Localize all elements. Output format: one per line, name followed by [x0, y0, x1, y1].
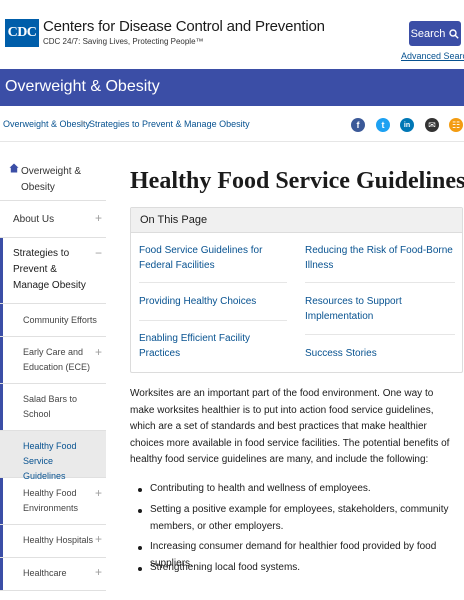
facebook-icon[interactable]: f [351, 118, 365, 132]
sidebar-home[interactable]: Overweight & Obesity [0, 151, 106, 201]
otp-link-efficient-practices[interactable]: Enabling Efficient Facility Practices [139, 331, 289, 361]
site-title-bar: Overweight & Obesity [0, 69, 464, 106]
sidebar-item-healthy-hospitals[interactable]: Healthy Hospitals + [0, 525, 106, 558]
sidebar-item-community-efforts[interactable]: Community Efforts [0, 304, 106, 337]
sidebar-item-label: Healthcare [23, 568, 67, 578]
breadcrumb-separator: > [80, 118, 86, 128]
expand-icon[interactable]: + [95, 532, 102, 546]
sidebar-item-healthy-food-environments[interactable]: Healthy Food Environments + [0, 478, 106, 525]
advanced-search-link[interactable]: Advanced Search [401, 51, 464, 61]
sidebar-item-label: Strategies to Prevent & Manage Obesity [13, 248, 86, 291]
bullet-icon [138, 567, 142, 571]
sidebar-item-label: Early Care and Education (ECE) [23, 347, 91, 372]
sidebar-item-label: About Us [13, 214, 55, 225]
bullet-icon [138, 488, 142, 492]
otp-link-success-stories[interactable]: Success Stories [305, 346, 455, 361]
list-item-text: Contributing to health and wellness of e… [150, 483, 371, 494]
on-this-page-header: On This Page [131, 208, 462, 233]
home-icon [9, 163, 19, 173]
search-button-label: Search [410, 27, 446, 40]
sidebar-item-label: Community Efforts [23, 315, 97, 325]
on-this-page-heading: On This Page [140, 214, 208, 226]
otp-link-healthy-choices[interactable]: Providing Healthy Choices [139, 294, 289, 309]
search-button[interactable]: Search [409, 21, 461, 46]
expand-icon[interactable]: + [95, 565, 102, 579]
bullet-icon [138, 509, 142, 513]
page-title: Healthy Food Service Guidelines [130, 168, 464, 194]
sidebar-item-healthy-food-service-guidelines[interactable]: Healthy Food Service Guidelines [0, 431, 106, 481]
divider [305, 282, 455, 283]
site-header: CDC Centers for Disease Control and Prev… [0, 0, 464, 69]
sidebar-item-about-us[interactable]: About Us + [0, 202, 106, 238]
bullet-icon [138, 546, 142, 550]
sidebar-item-label: Healthy Hospitals [23, 535, 94, 545]
sidebar-item-label: Salad Bars to School [23, 394, 78, 419]
breadcrumb-item-overweight-obesity[interactable]: Overweight & Obesity [3, 119, 90, 129]
collapse-icon[interactable]: − [95, 246, 102, 260]
divider [139, 320, 287, 321]
syndicate-icon[interactable]: ☷ [449, 118, 463, 132]
divider [305, 334, 455, 335]
intro-paragraph: Worksites are an important part of the f… [130, 388, 450, 465]
site-title[interactable]: Overweight & Obesity [5, 78, 160, 96]
on-this-page-box: On This Page Food Service Guidelines for… [130, 207, 463, 373]
org-name[interactable]: Centers for Disease Control and Preventi… [43, 18, 325, 35]
linkedin-icon[interactable]: in [400, 118, 414, 132]
breadcrumb-item-strategies[interactable]: Strategies to Prevent & Manage Obesity [89, 119, 250, 129]
breadcrumb: Overweight & Obesity > Strategies to Pre… [0, 106, 464, 142]
search-icon [449, 28, 460, 39]
otp-link-food-borne-illness[interactable]: Reducing the Risk of Food-Borne Illness [305, 243, 455, 273]
twitter-icon[interactable]: t [376, 118, 390, 132]
sidebar-item-label: Healthy Food Environments [23, 488, 79, 513]
otp-link-resources[interactable]: Resources to Support Implementation [305, 294, 445, 324]
sidebar-item-early-care[interactable]: Early Care and Education (ECE) + [0, 337, 106, 384]
sidebar-item-salad-bars[interactable]: Salad Bars to School [0, 384, 106, 431]
cdc-logo[interactable]: CDC [5, 19, 39, 47]
sidebar-home-label: Overweight & Obesity [21, 166, 82, 193]
list-item-text: Setting a positive example for employees… [150, 504, 449, 532]
expand-icon[interactable]: + [95, 211, 102, 225]
email-icon[interactable]: ✉ [425, 118, 439, 132]
sidebar-item-strategies[interactable]: Strategies to Prevent & Manage Obesity − [0, 238, 106, 304]
sidebar-item-healthcare[interactable]: Healthcare + [0, 558, 106, 591]
list-item-text: Strengthening local food systems. [150, 562, 301, 573]
otp-link-federal-facilities[interactable]: Food Service Guidelines for Federal Faci… [139, 243, 289, 273]
expand-icon[interactable]: + [95, 486, 102, 500]
org-tagline: CDC 24/7: Saving Lives, Protecting Peopl… [43, 37, 204, 46]
divider [139, 282, 287, 283]
expand-icon[interactable]: + [95, 345, 102, 359]
